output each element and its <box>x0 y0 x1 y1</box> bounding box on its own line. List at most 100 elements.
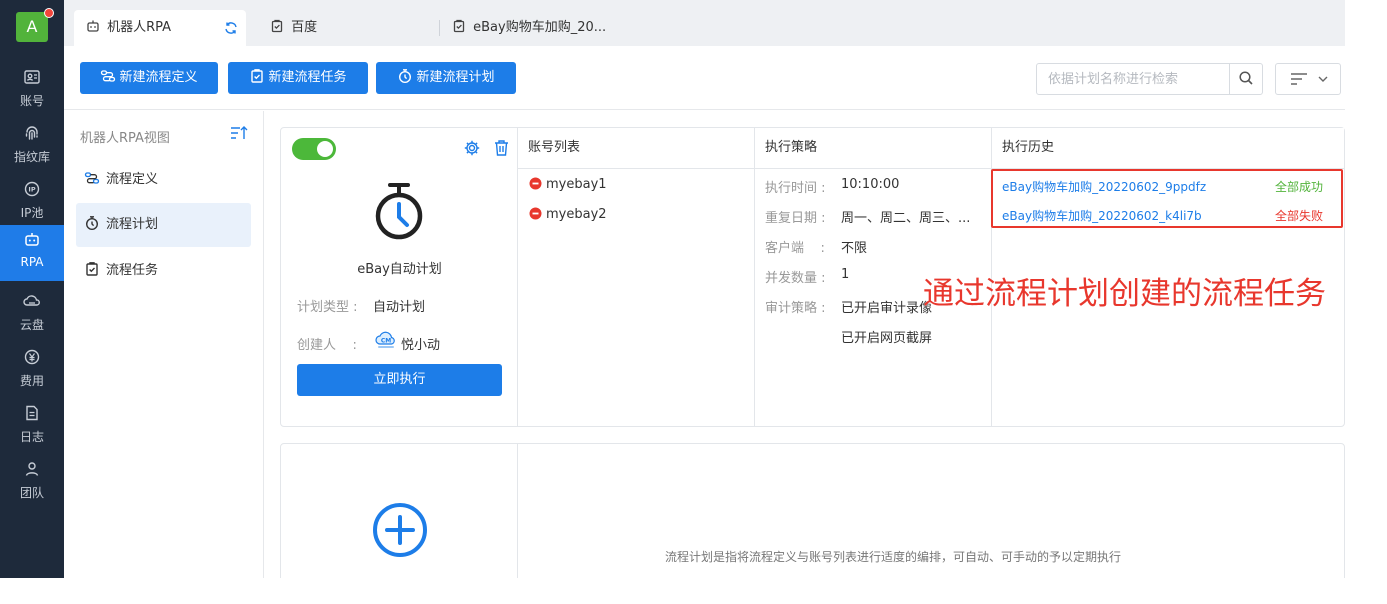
policy-label: 执行时间 : <box>765 181 826 196</box>
policy-label: 并发数量 : <box>765 271 826 286</box>
policy-value: 10:10:00 <box>841 177 900 192</box>
add-plan-card[interactable]: 流程计划是指将流程定义与账号列表进行适度的编排，可自动、可手动的予以定期执行 <box>280 443 1345 578</box>
search-button[interactable] <box>1229 64 1262 94</box>
tab-label: 机器人RPA <box>107 20 172 35</box>
yen-icon <box>0 348 64 370</box>
account-name: myebay2 <box>546 207 607 222</box>
accounts-column <box>518 128 755 426</box>
button-label: 新建流程定义 <box>119 70 198 85</box>
rail-item-label: 费用 <box>19 374 44 388</box>
tab-bar: 机器人RPA 百度SEO_20220602... eBay购物车加购_20... <box>64 0 1345 71</box>
tab-ebay-cart[interactable]: eBay购物车加购_20... <box>440 10 620 46</box>
button-label: 新建流程任务 <box>268 70 347 85</box>
account-name: myebay1 <box>546 177 607 192</box>
nav-item-flow-task[interactable]: 流程任务 <box>76 249 251 293</box>
plan-card: eBay自动计划 计划类型 : 自动计划 创建人 : CM 悦小动 立即执行 账… <box>280 127 1345 427</box>
fingerprint-icon <box>0 124 64 146</box>
accounts-header: 账号列表 <box>518 128 755 169</box>
nav-item-label: 流程定义 <box>106 172 159 187</box>
creator-avatar: CM <box>375 331 395 348</box>
sort-lines-icon <box>1291 73 1307 85</box>
rail-item-fingerprint[interactable]: 指纹库 <box>0 118 64 174</box>
creator-label: 创建人 : <box>297 338 357 353</box>
sort-dropdown[interactable] <box>1275 63 1341 95</box>
cloud-drive-icon <box>0 292 64 314</box>
nav-item-label: 流程计划 <box>106 217 159 232</box>
new-plan-button[interactable]: 新建流程计划 <box>376 62 516 94</box>
plan-type-value: 自动计划 <box>373 300 426 315</box>
left-rail: A 账号 指纹库 IP IP池 RPA 云盘 费用 日志 团队 <box>0 0 64 578</box>
nav-item-label: 流程任务 <box>106 263 159 278</box>
log-icon <box>0 404 64 426</box>
creator-name: 悦小动 <box>401 338 441 353</box>
plan-list: eBay自动计划 计划类型 : 自动计划 创建人 : CM 悦小动 立即执行 账… <box>264 111 1345 578</box>
policy-label: 审计策略 : <box>765 301 826 316</box>
rail-item-ip-pool[interactable]: IP IP池 <box>0 174 64 230</box>
policy-value: 已开启网页截屏 <box>841 331 933 346</box>
nav-item-flow-definition[interactable]: 流程定义 <box>76 158 251 202</box>
rail-item-label: 云盘 <box>19 318 44 332</box>
run-now-button[interactable]: 立即执行 <box>297 364 502 396</box>
policy-header: 执行策略 <box>755 128 992 169</box>
search-icon <box>1239 71 1253 85</box>
search-box <box>1036 63 1263 95</box>
notification-dot <box>44 8 54 18</box>
plan-enable-toggle[interactable] <box>292 138 336 160</box>
add-plan-area <box>281 444 518 578</box>
rail-item-team[interactable]: 团队 <box>0 454 64 510</box>
robot-icon <box>87 20 99 32</box>
policy-label: 客户端 : <box>765 241 825 256</box>
rail-item-log[interactable]: 日志 <box>0 398 64 454</box>
rail-item-label: 日志 <box>19 430 44 444</box>
policy-value: 周一、周二、周三、... <box>841 211 971 226</box>
rail-item-label: 指纹库 <box>13 150 50 164</box>
flow-icon <box>101 70 116 82</box>
trash-icon[interactable] <box>493 139 510 157</box>
ebay-account-icon <box>529 207 542 220</box>
tab-robot-rpa[interactable]: 机器人RPA <box>74 10 246 46</box>
search-input[interactable] <box>1038 65 1226 93</box>
rail-item-billing[interactable]: 费用 <box>0 342 64 398</box>
plan-name: eBay自动计划 <box>357 262 442 277</box>
nav-title: 机器人RPA视图 <box>80 131 170 146</box>
user-avatar[interactable]: A <box>16 12 48 42</box>
policy-label: 重复日期 : <box>765 211 826 226</box>
flow-icon <box>84 172 100 184</box>
team-icon <box>0 460 64 482</box>
clipboard-check-icon <box>453 19 465 33</box>
robot-icon <box>0 231 64 253</box>
rail-item-account[interactable]: 账号 <box>0 62 64 118</box>
app-window: A 账号 指纹库 IP IP池 RPA 云盘 费用 日志 团队 机器人RPA 百… <box>0 0 1345 578</box>
sort-asc-icon[interactable] <box>230 125 248 141</box>
add-circle-icon[interactable] <box>372 502 428 558</box>
tab-baidu-seo[interactable]: 百度SEO_20220602... <box>258 10 428 71</box>
new-definition-button[interactable]: 新建流程定义 <box>80 62 218 94</box>
policy-value: 1 <box>841 267 850 282</box>
ip-icon: IP <box>0 180 64 202</box>
stopwatch-icon <box>85 216 99 231</box>
svg-text:CM: CM <box>381 338 391 345</box>
rail-item-rpa[interactable]: RPA <box>0 225 64 281</box>
account-item[interactable]: myebay1 <box>529 177 607 192</box>
account-item[interactable]: myebay2 <box>529 207 607 222</box>
new-task-button[interactable]: 新建流程任务 <box>228 62 368 94</box>
annotation-callout: 通过流程计划创建的流程任务 <box>923 276 1326 312</box>
annotation-highlight-box <box>991 169 1343 228</box>
refresh-icon[interactable] <box>224 21 238 35</box>
plan-type-label: 计划类型 : <box>297 300 358 315</box>
svg-text:IP: IP <box>28 186 35 194</box>
clipboard-check-icon <box>271 19 283 33</box>
rail-item-cloud-drive[interactable]: 云盘 <box>0 286 64 342</box>
ebay-account-icon <box>529 177 542 190</box>
chevron-down-icon <box>1318 76 1328 82</box>
rail-item-label: 团队 <box>19 486 44 500</box>
rail-item-label: RPA <box>20 255 44 269</box>
clipboard-check-icon <box>251 69 264 83</box>
nav-item-flow-plan[interactable]: 流程计划 <box>76 203 251 247</box>
id-card-icon <box>0 68 64 90</box>
gear-icon[interactable] <box>463 139 481 157</box>
policy-value: 不限 <box>841 241 868 256</box>
stopwatch-icon <box>399 69 412 84</box>
policy-value: 已开启审计录像 <box>841 301 933 316</box>
empty-hint-text: 流程计划是指将流程定义与账号列表进行适度的编排，可自动、可手动的予以定期执行 <box>665 550 1122 564</box>
